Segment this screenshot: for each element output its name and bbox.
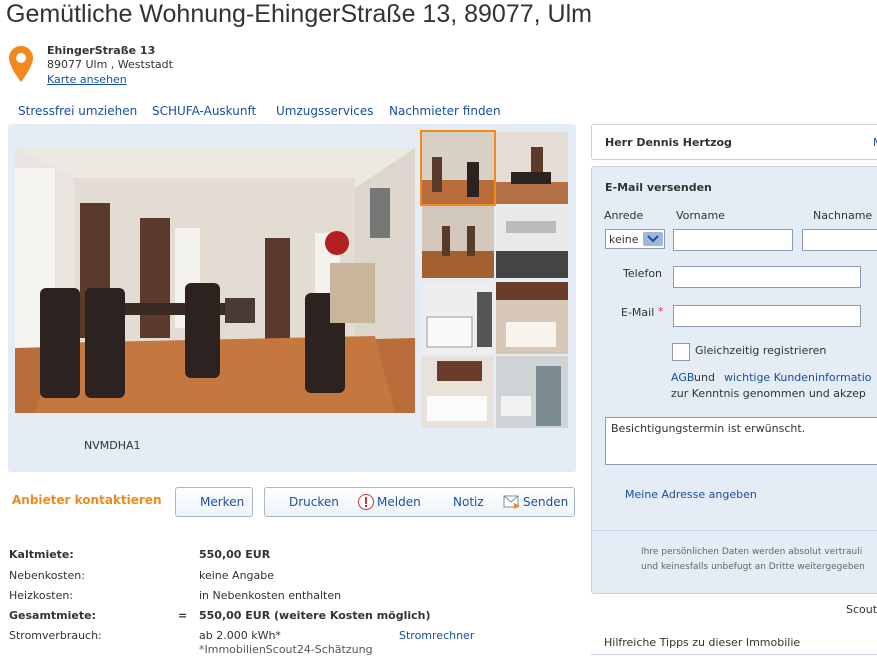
- stromverbrauch-label: Stromverbrauch:: [9, 629, 102, 642]
- merken-label: Merken: [200, 495, 245, 509]
- drucken-button[interactable]: Drucken: [289, 495, 339, 509]
- required-marker: *: [658, 305, 664, 318]
- scout-text: Scout: [846, 603, 877, 616]
- thumbnail-2[interactable]: [496, 132, 568, 204]
- form-heading: E-Mail versenden: [605, 181, 712, 194]
- stromrechner-link[interactable]: Stromrechner: [399, 629, 474, 642]
- nav-stressfrei-umziehen[interactable]: Stressfrei umziehen: [18, 104, 137, 118]
- nav-schufa-auskunft[interactable]: SCHUFA-Auskunft: [152, 104, 256, 118]
- alert-icon: [358, 494, 374, 510]
- thumbnail-1[interactable]: [420, 130, 496, 206]
- gesamtmiete-value: 550,00 EUR (weitere Kosten möglich): [199, 609, 431, 622]
- vorname-input[interactable]: [673, 229, 793, 251]
- nachname-label: Nachname: [813, 209, 873, 222]
- nebenkosten-label: Nebenkosten:: [9, 569, 85, 582]
- address-city: 89077 Ulm , Weststadt: [47, 58, 173, 71]
- merken-button[interactable]: Merken: [175, 487, 253, 517]
- envelope-icon: [503, 495, 520, 509]
- thumbnail-8[interactable]: [496, 356, 568, 428]
- thumbnail-4[interactable]: [496, 206, 568, 278]
- action-toolbar: Drucken Melden Notiz Senden: [264, 487, 575, 517]
- tips-divider: [591, 654, 877, 655]
- main-photo[interactable]: [15, 148, 415, 413]
- kundeninformation-link[interactable]: wichtige Kundeninformatio: [724, 371, 872, 384]
- kaltmiete-value: 550,00 EUR: [199, 548, 271, 561]
- contact-name-trailing: M: [873, 136, 877, 149]
- email-input[interactable]: [673, 305, 861, 327]
- vorname-label: Vorname: [676, 209, 725, 222]
- location-pin-icon: [9, 46, 33, 82]
- gesamtmiete-equals: =: [178, 609, 188, 622]
- map-link[interactable]: Karte ansehen: [47, 73, 127, 86]
- gesamtmiete-label: Gesamtmiete:: [9, 609, 96, 622]
- anrede-label: Anrede: [604, 209, 644, 222]
- agb-and: und: [694, 371, 715, 384]
- tips-heading[interactable]: Hilfreiche Tipps zu dieser Immobilie: [604, 636, 800, 649]
- telefon-label: Telefon: [623, 267, 663, 280]
- nebenkosten-value: keine Angabe: [199, 569, 275, 582]
- heizkosten-value: in Nebenkosten enthalten: [199, 589, 342, 602]
- nachname-input[interactable]: [802, 229, 877, 251]
- thumbnail-7[interactable]: [422, 356, 494, 428]
- contact-provider-link[interactable]: Anbieter kontaktieren: [12, 493, 162, 507]
- privacy-line-1: Ihre persönlichen Daten werden absolut v…: [641, 547, 863, 557]
- chevron-down-icon: [643, 232, 663, 246]
- contact-person-box: Herr Dennis Hertzog M: [591, 124, 877, 160]
- heizkosten-label: Heizkosten:: [9, 589, 74, 602]
- contact-name: Herr Dennis Hertzog: [605, 136, 732, 149]
- thumbnail-6[interactable]: [496, 282, 568, 354]
- email-label: E-Mail: [621, 306, 655, 319]
- address-link[interactable]: Meine Adresse angeben: [625, 488, 757, 501]
- nav-umzugsservices[interactable]: Umzugsservices: [276, 104, 373, 118]
- agb-line-2: zur Kenntnis genommen und akzep: [671, 387, 866, 400]
- address-street: EhingerStraße 13: [47, 44, 156, 57]
- anrede-select[interactable]: keine: [605, 229, 665, 249]
- message-textarea[interactable]: Besichtigungstermin ist erwünscht.: [605, 417, 877, 465]
- telefon-input[interactable]: [673, 266, 861, 288]
- privacy-line-2: und keinesfalls unbefugt an Dritte weite…: [641, 562, 865, 572]
- stromverbrauch-value: ab 2.000 kWh*: [199, 629, 281, 642]
- message-text: Besichtigungstermin ist erwünscht.: [611, 422, 806, 435]
- notiz-button[interactable]: Notiz: [453, 495, 484, 509]
- register-checkbox[interactable]: [672, 343, 690, 361]
- thumbnail-3[interactable]: [422, 206, 494, 278]
- page-title: Gemütliche Wohnung-EhingerStraße 13, 890…: [6, 0, 592, 28]
- agb-link[interactable]: AGB: [671, 371, 694, 384]
- divider: [592, 530, 877, 531]
- anrede-value: keine: [609, 233, 639, 246]
- nav-nachmieter-finden[interactable]: Nachmieter finden: [389, 104, 501, 118]
- email-form: E-Mail versenden Anrede Vorname Nachname…: [591, 166, 877, 594]
- kaltmiete-label: Kaltmiete:: [9, 548, 74, 561]
- register-label: Gleichzeitig registrieren: [695, 344, 827, 357]
- senden-button[interactable]: Senden: [523, 495, 568, 509]
- gallery-caption: NVMDHA1: [84, 439, 141, 452]
- thumbnail-5[interactable]: [422, 282, 494, 354]
- melden-button[interactable]: Melden: [377, 495, 421, 509]
- stromverbrauch-note: *ImmobilienScout24-Schätzung: [199, 643, 373, 656]
